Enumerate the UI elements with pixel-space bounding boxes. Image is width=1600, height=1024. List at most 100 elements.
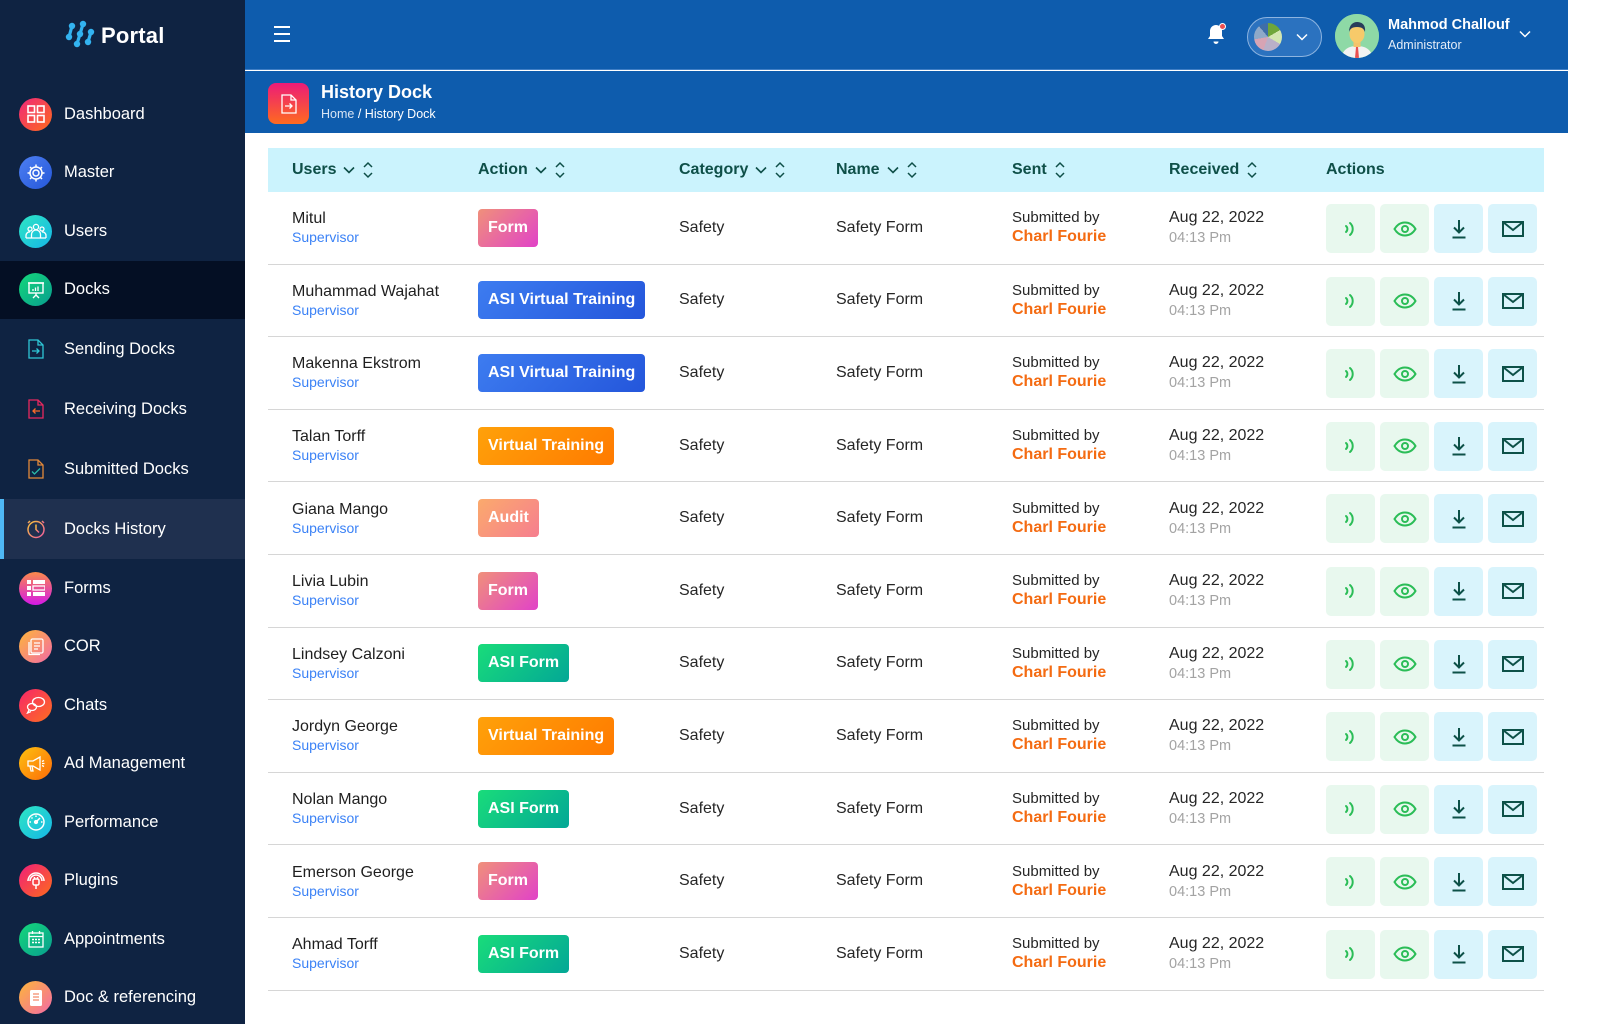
user-role-link[interactable]: Supervisor bbox=[292, 810, 387, 826]
submitter-link[interactable]: Charl Fourie bbox=[1012, 954, 1106, 972]
send-button[interactable] bbox=[1326, 857, 1375, 907]
action-badge[interactable]: ASI Form bbox=[478, 644, 570, 683]
download-button[interactable] bbox=[1434, 929, 1483, 979]
submitter-link[interactable]: Charl Fourie bbox=[1012, 519, 1106, 537]
submitter-link[interactable]: Charl Fourie bbox=[1012, 301, 1106, 319]
user-menu-chevron-icon[interactable] bbox=[1519, 30, 1531, 38]
email-button[interactable] bbox=[1488, 712, 1537, 762]
submitter-link[interactable]: Charl Fourie bbox=[1012, 809, 1106, 827]
download-button[interactable] bbox=[1434, 421, 1483, 471]
email-button[interactable] bbox=[1488, 929, 1537, 979]
action-badge[interactable]: ASI Form bbox=[478, 934, 570, 973]
user-avatar[interactable] bbox=[1335, 14, 1379, 58]
user-role-link[interactable]: Supervisor bbox=[292, 883, 414, 899]
column-header-name[interactable]: Name bbox=[836, 148, 917, 192]
submitter-link[interactable]: Charl Fourie bbox=[1012, 446, 1106, 464]
sidebar-item-performance[interactable]: Performance bbox=[0, 793, 245, 852]
user-role-link[interactable]: Supervisor bbox=[292, 737, 398, 753]
view-button[interactable] bbox=[1380, 929, 1429, 979]
action-badge[interactable]: ASI Virtual Training bbox=[478, 281, 646, 320]
send-button[interactable] bbox=[1326, 421, 1375, 471]
action-badge[interactable]: Audit bbox=[478, 499, 539, 538]
sidebar-item-docks-history[interactable]: Docks History bbox=[0, 499, 245, 559]
menu-toggle-button[interactable] bbox=[274, 26, 290, 44]
action-badge[interactable]: ASI Form bbox=[478, 789, 570, 828]
user-role-link[interactable]: Supervisor bbox=[292, 374, 421, 390]
send-button[interactable] bbox=[1326, 276, 1375, 326]
user-role-link[interactable]: Supervisor bbox=[292, 665, 405, 681]
sidebar-item-appointments[interactable]: Appointments bbox=[0, 910, 245, 969]
submitter-link[interactable]: Charl Fourie bbox=[1012, 591, 1106, 609]
chevron-down-icon[interactable] bbox=[343, 166, 356, 174]
action-badge[interactable]: Virtual Training bbox=[478, 426, 615, 465]
sort-icon[interactable] bbox=[555, 161, 565, 179]
send-button[interactable] bbox=[1326, 639, 1375, 689]
email-button[interactable] bbox=[1488, 349, 1537, 399]
column-header-sent[interactable]: Sent bbox=[1012, 148, 1065, 192]
download-button[interactable] bbox=[1434, 276, 1483, 326]
download-button[interactable] bbox=[1434, 712, 1483, 762]
view-button[interactable] bbox=[1380, 494, 1429, 544]
action-badge[interactable]: ASI Virtual Training bbox=[478, 353, 646, 392]
sidebar-item-doc-referencing[interactable]: Doc & referencing bbox=[0, 969, 245, 1024]
sidebar-item-plugins[interactable]: Plugins bbox=[0, 852, 245, 911]
download-button[interactable] bbox=[1434, 566, 1483, 616]
submitter-link[interactable]: Charl Fourie bbox=[1012, 664, 1106, 682]
breadcrumb-home-link[interactable]: Home bbox=[321, 107, 354, 121]
sort-icon[interactable] bbox=[1247, 161, 1257, 179]
chevron-down-icon[interactable] bbox=[887, 166, 899, 174]
download-button[interactable] bbox=[1434, 784, 1483, 834]
send-button[interactable] bbox=[1326, 494, 1375, 544]
user-role-link[interactable]: Supervisor bbox=[292, 229, 359, 245]
view-button[interactable] bbox=[1380, 421, 1429, 471]
download-button[interactable] bbox=[1434, 204, 1483, 253]
sidebar-item-forms[interactable]: Forms bbox=[0, 559, 245, 618]
sidebar-item-ad-management[interactable]: Ad Management bbox=[0, 735, 245, 794]
sort-icon[interactable] bbox=[775, 161, 785, 179]
sidebar-item-master[interactable]: Master bbox=[0, 144, 245, 203]
action-badge[interactable]: Form bbox=[478, 571, 538, 610]
sort-icon[interactable] bbox=[907, 161, 917, 179]
sidebar-item-docks[interactable]: Docks bbox=[0, 260, 245, 319]
logo[interactable]: Portal bbox=[65, 20, 165, 52]
sidebar-item-submitted-docks[interactable]: Submitted Docks bbox=[0, 439, 245, 499]
email-button[interactable] bbox=[1488, 421, 1537, 471]
view-button[interactable] bbox=[1380, 784, 1429, 834]
submitter-link[interactable]: Charl Fourie bbox=[1012, 228, 1106, 246]
email-button[interactable] bbox=[1488, 784, 1537, 834]
view-button[interactable] bbox=[1380, 566, 1429, 616]
submitter-link[interactable]: Charl Fourie bbox=[1012, 736, 1106, 754]
chevron-down-icon[interactable] bbox=[755, 166, 767, 174]
column-header-received[interactable]: Received bbox=[1169, 148, 1257, 192]
user-role-link[interactable]: Supervisor bbox=[292, 955, 378, 971]
view-button[interactable] bbox=[1380, 204, 1429, 253]
email-button[interactable] bbox=[1488, 639, 1537, 689]
view-button[interactable] bbox=[1380, 639, 1429, 689]
send-button[interactable] bbox=[1326, 929, 1375, 979]
sidebar-item-dashboard[interactable]: Dashboard bbox=[0, 85, 245, 144]
email-button[interactable] bbox=[1488, 566, 1537, 616]
sidebar-item-chats[interactable]: Chats bbox=[0, 676, 245, 735]
sort-icon[interactable] bbox=[1055, 161, 1065, 179]
view-button[interactable] bbox=[1380, 276, 1429, 326]
view-button[interactable] bbox=[1380, 712, 1429, 762]
view-button[interactable] bbox=[1380, 857, 1429, 907]
download-button[interactable] bbox=[1434, 349, 1483, 399]
send-button[interactable] bbox=[1326, 566, 1375, 616]
send-button[interactable] bbox=[1326, 349, 1375, 399]
download-button[interactable] bbox=[1434, 857, 1483, 907]
download-button[interactable] bbox=[1434, 639, 1483, 689]
email-button[interactable] bbox=[1488, 204, 1537, 253]
submitter-link[interactable]: Charl Fourie bbox=[1012, 882, 1106, 900]
user-role-link[interactable]: Supervisor bbox=[292, 302, 439, 318]
submitter-link[interactable]: Charl Fourie bbox=[1012, 373, 1106, 391]
send-button[interactable] bbox=[1326, 204, 1375, 253]
user-role-link[interactable]: Supervisor bbox=[292, 592, 369, 608]
sidebar-item-users[interactable]: Users bbox=[0, 202, 245, 261]
sort-icon[interactable] bbox=[363, 161, 374, 179]
sidebar-item-receiving-docks[interactable]: Receiving Docks bbox=[0, 379, 245, 439]
user-role-link[interactable]: Supervisor bbox=[292, 447, 365, 463]
sidebar-item-cor[interactable]: COR bbox=[0, 618, 245, 677]
action-badge[interactable]: Form bbox=[478, 208, 538, 247]
email-button[interactable] bbox=[1488, 857, 1537, 907]
